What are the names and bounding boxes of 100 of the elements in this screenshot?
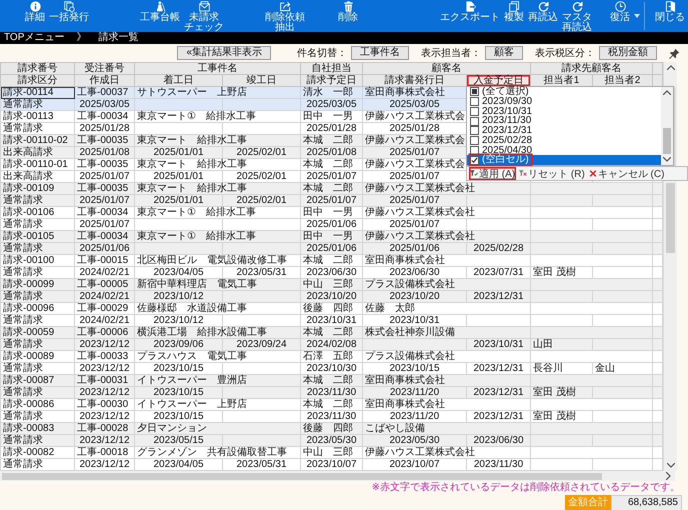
scroll-right-icon[interactable] <box>666 472 671 480</box>
checkbox[interactable] <box>470 106 479 116</box>
table-cell: 2023/05/30 <box>362 434 466 446</box>
table-cell: 2024/02/21 <box>74 266 134 278</box>
table-cell: 2023/05/31 <box>222 266 300 278</box>
toolbar-button[interactable]: 未請求チェック <box>184 0 224 33</box>
toolbar-button[interactable]: 削除 <box>338 0 358 23</box>
breadcrumb-link[interactable]: TOPメニュー <box>4 32 64 44</box>
table-cell: 2023/06/30 <box>466 434 530 446</box>
column-header[interactable]: 入金予定日 <box>466 74 530 86</box>
switch-button[interactable]: 工事件名 <box>351 46 409 60</box>
filter-option[interactable]: (空白セル) <box>467 155 661 165</box>
table-cell: 2023/10/30 <box>300 362 362 374</box>
column-header[interactable]: 請求先顧客名 <box>530 62 652 74</box>
table-cell: 2025/01/28 <box>300 122 362 134</box>
table-cell: 伊藤ハウス工業株式会社 <box>362 206 530 218</box>
toolbar-button[interactable]: 削除依頼抽出 <box>265 0 305 33</box>
table-cell: 通常請求 <box>0 338 74 350</box>
table-cell: 通常請求 <box>0 362 74 374</box>
table-cell: 新宿中華料理店 電気工事 <box>134 278 300 290</box>
toolbar-button[interactable]: マスタ再読込 <box>562 0 592 33</box>
table-cell: プラスハウス 電気工事 <box>134 350 300 362</box>
table-cell: 本城 二郎 <box>300 374 362 386</box>
table-cell: 東京マート 給排水工事 <box>134 182 300 194</box>
toolbar-button[interactable]: エクスポート <box>440 0 500 23</box>
horizontal-scrollbar[interactable] <box>0 471 675 481</box>
table-cell: 2024/02/21 <box>74 290 134 302</box>
table-cell: 2023/06/30 <box>362 266 466 278</box>
table-cell: プラス設備株式会社 <box>362 278 530 290</box>
table-cell: 2023/10/31 <box>466 338 530 350</box>
table-cell: 請求-00113 <box>0 110 74 122</box>
checkbox[interactable] <box>470 87 479 96</box>
column-header[interactable]: 自社担当 <box>300 62 362 74</box>
checkbox[interactable] <box>470 116 479 126</box>
toolbar-button[interactable]: 工事台帳 <box>140 0 180 23</box>
switch-button[interactable]: 税別金額 <box>599 46 657 60</box>
filter-clear-icon <box>519 170 528 177</box>
column-header[interactable]: 請求書発行日 <box>362 74 466 86</box>
column-header[interactable]: 工事件名 <box>134 62 300 74</box>
scroll-up-icon[interactable] <box>663 90 671 95</box>
table-cell: 伊藤ハウス工業株式会社 <box>362 446 530 458</box>
table-cell: 工事-00033 <box>74 350 134 362</box>
toolbar-button[interactable]: 復活 <box>610 0 630 23</box>
table-cell: 2025/01/07 <box>74 170 134 182</box>
table-cell: 田中 一男 <box>300 206 362 218</box>
checkbox[interactable] <box>470 136 479 146</box>
table-cell: 2025/03/05 <box>74 98 134 110</box>
filter-option[interactable]: 2023/12/31 <box>467 126 661 136</box>
column-header[interactable]: 着工日 <box>134 74 222 86</box>
column-header[interactable]: 受注番号 <box>74 62 134 74</box>
column-header[interactable]: 作成日 <box>74 74 134 86</box>
table-cell: 2025/01/06 <box>74 242 134 254</box>
table-cell: 2023/05/30 <box>300 434 362 446</box>
scroll-thumb[interactable] <box>663 128 671 154</box>
column-header[interactable]: 請求予定日 <box>300 74 362 86</box>
table-cell: 2023/10/07 <box>362 458 466 470</box>
scroll-down-icon[interactable] <box>666 463 674 468</box>
scroll-thumb[interactable] <box>2 472 602 480</box>
toolbar-button[interactable]: 一括発行 <box>49 0 89 23</box>
table-cell: 工事-00035 <box>74 158 134 170</box>
column-header[interactable]: 顧客名 <box>362 62 530 74</box>
table-cell: イトウスーパー 豊洲店 <box>134 374 300 386</box>
toolbar-button[interactable]: 複製 <box>504 0 524 23</box>
table-cell: 東京マート① 給排水工事 <box>134 206 300 218</box>
table-cell: 2023/11/30 <box>300 386 362 398</box>
table-cell: 請求-00087 <box>0 374 74 386</box>
table-cell: 2023/10/07 <box>300 458 362 470</box>
checkbox[interactable] <box>470 126 479 136</box>
popup-scrollbar[interactable] <box>661 87 673 165</box>
pin-icon[interactable] <box>669 48 680 58</box>
filter-option[interactable]: 2023/09/30 <box>467 96 661 106</box>
table-cell: 2025/01/01 <box>134 146 222 158</box>
table-cell: 田中 一男 <box>300 110 362 122</box>
popup-button[interactable]: キャンセル (C) <box>588 167 666 180</box>
table-cell: 2023/04/05 <box>134 266 222 278</box>
table-cell: 通常請求 <box>0 218 74 230</box>
table-cell: 山田 <box>530 338 592 350</box>
table-cell: 2025/01/07 <box>362 146 466 158</box>
checkbox[interactable] <box>470 97 479 106</box>
scroll-up-icon[interactable] <box>666 65 674 70</box>
column-header[interactable]: 担当者2 <box>592 74 652 86</box>
checkbox[interactable] <box>470 156 479 165</box>
summary-toggle-button[interactable]: «集計結果非表示 <box>177 46 271 60</box>
column-header[interactable]: 竣工日 <box>222 74 300 86</box>
scroll-thumb[interactable] <box>666 183 675 253</box>
column-header[interactable]: 担当者1 <box>530 74 592 86</box>
table-cell: 室田商事株式会社 <box>362 398 530 410</box>
toolbar-button[interactable]: 閉じる <box>655 0 685 23</box>
table-cell: 室田 茂樹 <box>530 386 592 398</box>
switch-button[interactable]: 顧客 <box>485 46 523 60</box>
column-header[interactable]: 請求番号 <box>0 62 74 74</box>
table-cell: 2025/01/06 <box>300 242 362 254</box>
scroll-down-icon[interactable] <box>663 157 671 162</box>
switch-label: 件名切替： <box>297 46 347 60</box>
table-cell: 2023/09/06 <box>134 338 222 350</box>
toolbar-button[interactable]: 再読込 <box>528 0 558 23</box>
column-header[interactable]: 請求区分 <box>0 74 74 86</box>
caret-icon[interactable] <box>634 14 640 18</box>
table-cell: プラス設備株式会社 <box>362 350 530 362</box>
toolbar-button[interactable]: 詳細 <box>25 0 45 23</box>
